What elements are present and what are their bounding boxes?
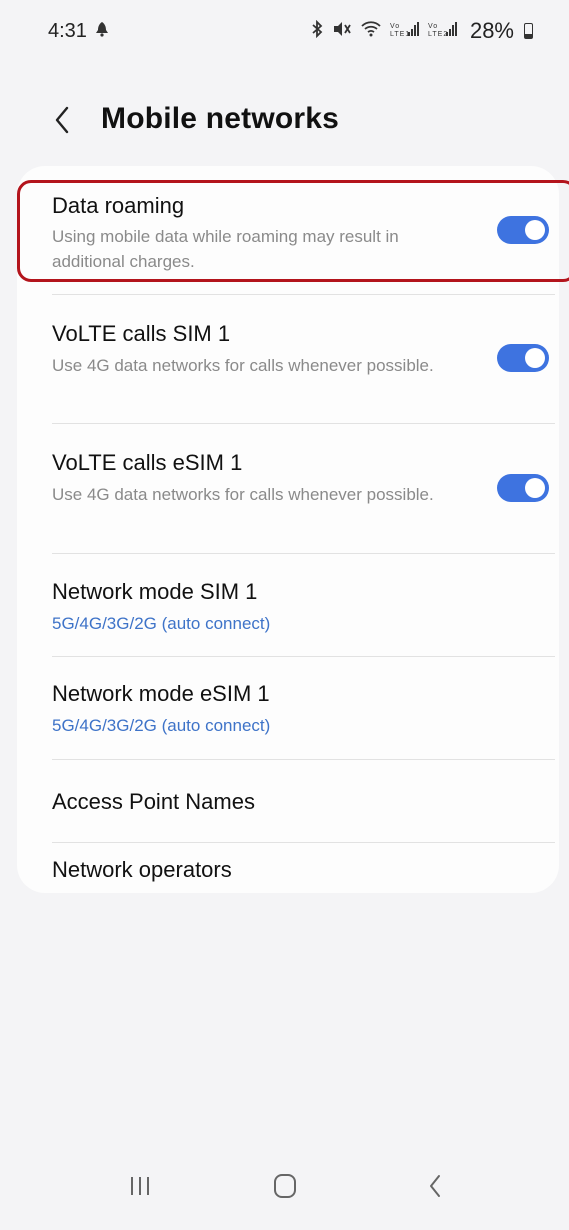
- recents-icon: [131, 1177, 149, 1195]
- volte-esim1-toggle[interactable]: [497, 474, 549, 502]
- network-mode-sim1-title: Network mode SIM 1: [52, 579, 258, 604]
- network-mode-sim1-value: 5G/4G/3G/2G (auto connect): [52, 614, 271, 633]
- network-mode-esim1-row[interactable]: Network mode eSIM 1 5G/4G/3G/2G (auto co…: [17, 657, 559, 759]
- volte-sim1-title: VoLTE calls SIM 1: [52, 321, 231, 346]
- network-operators-row[interactable]: Network operators: [17, 843, 559, 893]
- home-button[interactable]: [260, 1166, 310, 1206]
- toggle-knob: [525, 348, 545, 368]
- volte-sim1-description: Use 4G data networks for calls whenever …: [52, 356, 434, 375]
- back-nav-button[interactable]: [410, 1166, 460, 1206]
- status-time: 4:31: [48, 19, 87, 42]
- mobile-networks-screen: 4:31 Vo LTE1 Vo LTE2 28% Mobile networks…: [0, 0, 569, 1230]
- battery-level: [525, 34, 532, 38]
- back-icon: [430, 1175, 440, 1197]
- svg-text:Vo: Vo: [428, 23, 438, 30]
- toggle-knob: [525, 220, 545, 240]
- signal-sim1-icon: Vo LTE1: [390, 20, 420, 43]
- back-button[interactable]: [44, 100, 80, 140]
- svg-text:LTE2: LTE2: [428, 31, 448, 38]
- volte-sim1-toggle[interactable]: [497, 344, 549, 372]
- volte-esim1-title: VoLTE calls eSIM 1: [52, 450, 243, 475]
- svg-text:LTE1: LTE1: [390, 31, 410, 38]
- page-title: Mobile networks: [101, 102, 340, 135]
- status-left: 4:31: [48, 20, 109, 43]
- volte-esim1-row[interactable]: VoLTE calls eSIM 1 Use 4G data networks …: [17, 424, 559, 552]
- navigation-bar: [0, 1148, 569, 1218]
- network-mode-esim1-title: Network mode eSIM 1: [52, 681, 270, 706]
- data-roaming-description: Using mobile data while roaming may resu…: [52, 227, 399, 271]
- access-point-names-row[interactable]: Access Point Names: [17, 760, 559, 844]
- data-roaming-title: Data roaming: [52, 193, 185, 218]
- network-mode-esim1-value: 5G/4G/3G/2G (auto connect): [52, 716, 271, 735]
- network-operators-title: Network operators: [52, 857, 232, 882]
- settings-card-continued: Network mode eSIM 1 5G/4G/3G/2G (auto co…: [17, 657, 559, 893]
- toggle-knob: [525, 478, 545, 498]
- status-bar: 4:31 Vo LTE1 Vo LTE2 28%: [0, 0, 569, 62]
- signal-sim2-icon: Vo LTE2: [428, 20, 458, 43]
- status-right: Vo LTE1 Vo LTE2 28%: [310, 18, 533, 44]
- access-point-names-title: Access Point Names: [52, 789, 255, 814]
- svg-text:Vo: Vo: [390, 23, 400, 30]
- network-mode-sim1-row[interactable]: Network mode SIM 1 5G/4G/3G/2G (auto con…: [17, 554, 559, 656]
- volte-sim1-row[interactable]: VoLTE calls SIM 1 Use 4G data networks f…: [17, 295, 559, 423]
- chevron-left-icon: [55, 106, 69, 134]
- battery-percent: 28%: [469, 18, 514, 43]
- data-roaming-row[interactable]: Data roaming Using mobile data while roa…: [17, 166, 559, 294]
- notification-icon: [95, 20, 109, 43]
- data-roaming-toggle[interactable]: [497, 216, 549, 244]
- volte-esim1-description: Use 4G data networks for calls whenever …: [52, 485, 434, 504]
- recents-button[interactable]: [115, 1166, 165, 1206]
- mute-icon: [332, 20, 352, 43]
- header: Mobile networks: [0, 88, 569, 152]
- home-icon: [274, 1174, 296, 1198]
- wifi-icon: [360, 20, 382, 43]
- battery-icon: [524, 23, 533, 39]
- bluetooth-icon: [310, 19, 324, 43]
